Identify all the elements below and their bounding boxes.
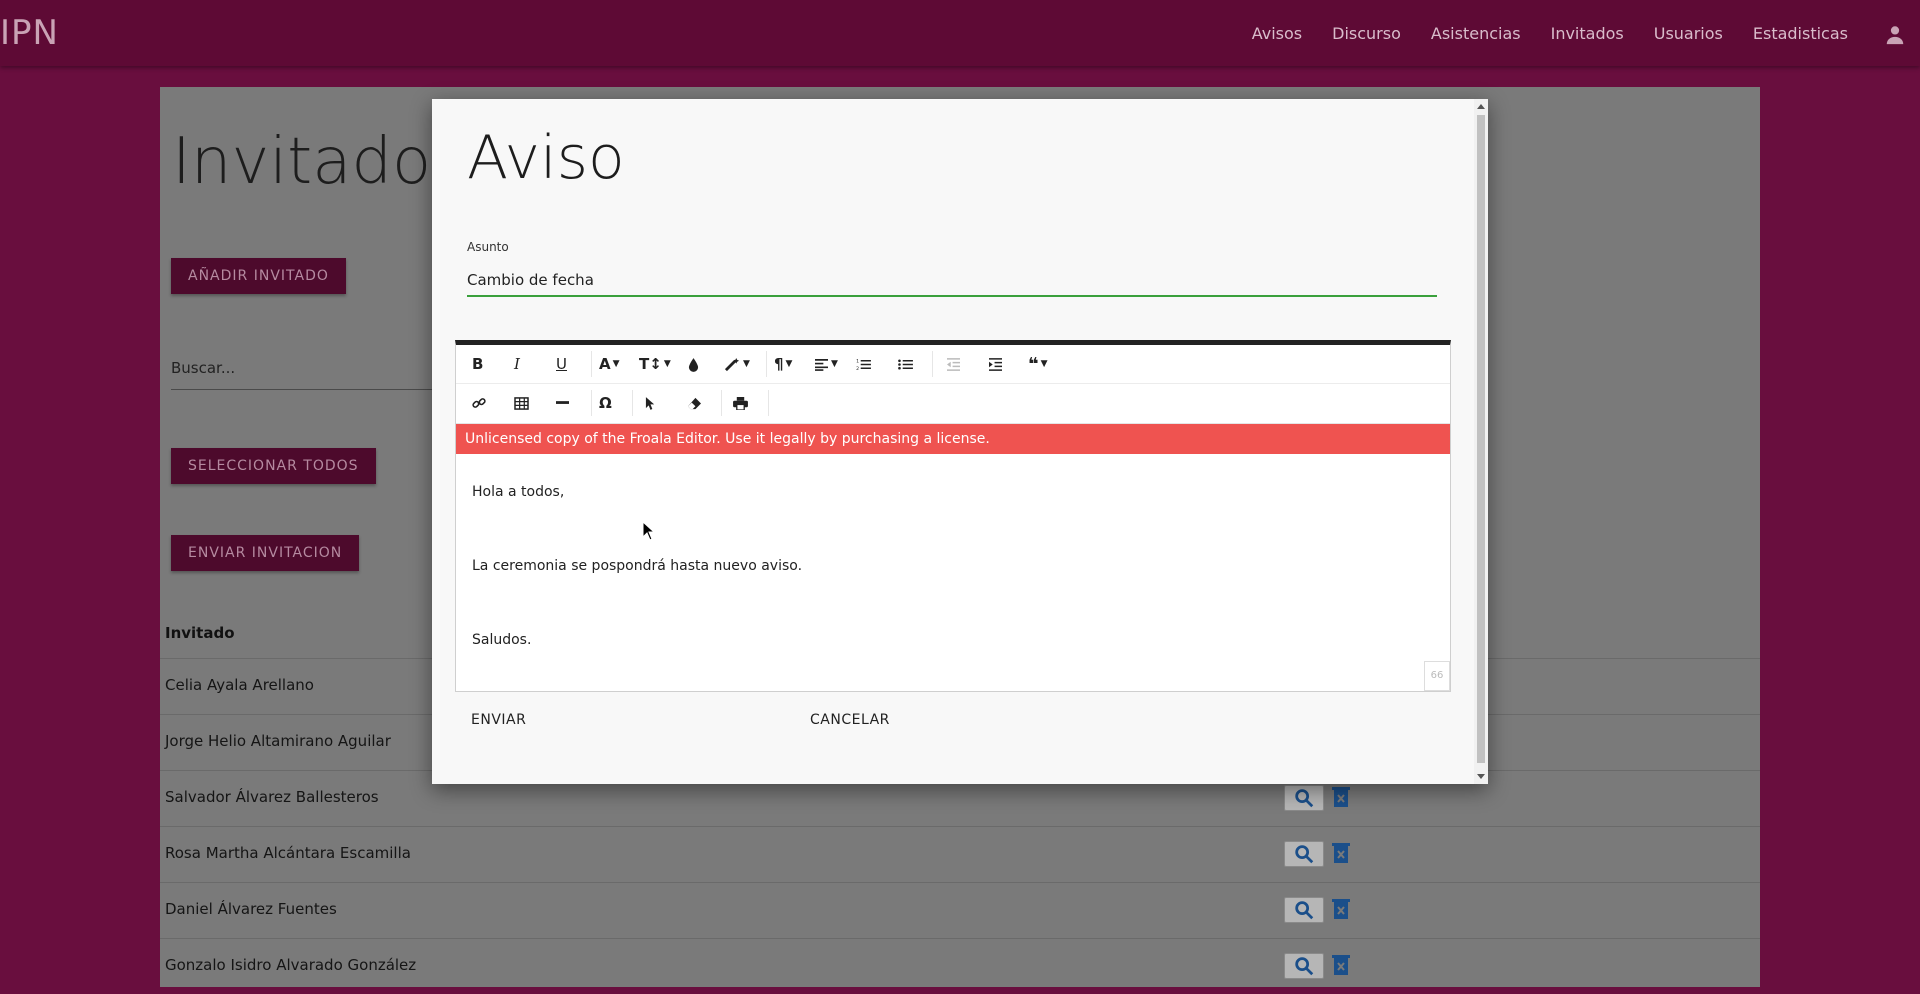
select-all-button[interactable]: SELECCIONAR TODOS [171, 448, 376, 484]
char-counter: 66 [1424, 661, 1450, 691]
select-all-icon[interactable] [645, 391, 656, 415]
subject-input[interactable] [467, 265, 1437, 297]
mouse-pointer-icon [642, 521, 656, 541]
outdent-icon[interactable] [946, 352, 961, 376]
top-navbar: IPN Avisos Discurso Asistencias Invitado… [0, 0, 1920, 66]
toolbar-divider [591, 390, 592, 416]
modal-title: Aviso [467, 123, 625, 193]
cancel-button[interactable]: CANCELAR [806, 708, 894, 732]
editor-empty-line [472, 585, 1434, 622]
table-row: Gonzalo Isidro Alvarado González [160, 938, 1760, 994]
delete-icon[interactable] [1332, 898, 1350, 920]
svg-text:2: 2 [856, 366, 859, 371]
toolbar-divider [632, 390, 633, 416]
scrollbar-thumb[interactable] [1477, 115, 1485, 763]
subject-label: Asunto [467, 240, 509, 254]
toolbar-divider [932, 351, 933, 377]
nav-invitados[interactable]: Invitados [1551, 24, 1624, 43]
rich-text-editor: B I U A ▼ T↕ ▼ ▼ ¶ ▼ ▼ 12 ❝ ▼ Ω Unlicens… [455, 340, 1451, 692]
bold-icon[interactable]: B [472, 352, 483, 376]
brand-logo[interactable]: IPN [0, 13, 59, 53]
guest-name: Jorge Helio Altamirano Aguilar [165, 732, 391, 750]
guest-name: Gonzalo Isidro Alvarado González [165, 956, 417, 974]
nav-avisos[interactable]: Avisos [1252, 24, 1302, 43]
indent-icon[interactable] [988, 352, 1003, 376]
color-icon[interactable] [688, 352, 699, 376]
toolbar-divider [766, 351, 767, 377]
italic-icon[interactable]: I [514, 352, 520, 376]
delete-icon[interactable] [1332, 786, 1350, 808]
font-size-icon[interactable]: T↕ ▼ [639, 352, 671, 376]
delete-icon[interactable] [1332, 954, 1350, 976]
send-invitation-button[interactable]: ENVIAR INVITACION [171, 535, 360, 571]
guest-name: Rosa Martha Alcántara Escamilla [165, 844, 411, 862]
person-icon[interactable] [1884, 24, 1906, 46]
toolbar-divider [768, 390, 769, 416]
view-guest-button[interactable] [1284, 953, 1324, 979]
print-icon[interactable] [733, 391, 748, 415]
special-characters-icon[interactable]: Ω [599, 391, 612, 415]
search-input[interactable]: Buscar... [171, 359, 451, 390]
delete-icon[interactable] [1332, 842, 1350, 864]
guest-name: Celia Ayala Arellano [165, 676, 314, 694]
scroll-up-icon[interactable] [1477, 104, 1485, 109]
search-icon [1295, 901, 1314, 920]
view-guest-button[interactable] [1284, 785, 1324, 811]
license-notice[interactable]: Unlicensed copy of the Froala Editor. Us… [456, 424, 1450, 454]
unordered-list-icon[interactable] [898, 352, 913, 376]
table-row: Daniel Álvarez Fuentes [160, 882, 1760, 938]
svg-text:1: 1 [856, 358, 859, 364]
view-guest-button[interactable] [1284, 841, 1324, 867]
ordered-list-icon[interactable]: 12 [856, 352, 871, 376]
quote-icon[interactable]: ❝ ▼ [1028, 352, 1048, 376]
nav-estadisticas[interactable]: Estadisticas [1753, 24, 1848, 43]
nav-links: Avisos Discurso Asistencias Invitados Us… [1222, 24, 1848, 43]
horizontal-line-icon[interactable] [556, 391, 569, 415]
nav-usuarios[interactable]: Usuarios [1654, 24, 1723, 43]
send-button[interactable]: ENVIAR [467, 708, 530, 732]
editor-content[interactable]: Hola a todos, La ceremonia se pospondrá … [456, 454, 1450, 679]
align-icon[interactable]: ▼ [814, 352, 838, 376]
scroll-down-icon[interactable] [1477, 774, 1485, 779]
editor-toolbar: B I U A ▼ T↕ ▼ ▼ ¶ ▼ ▼ 12 ❝ ▼ Ω [456, 345, 1450, 424]
toolbar-row-2: Ω [456, 384, 1450, 422]
search-icon [1295, 789, 1314, 808]
editor-paragraph: La ceremonia se pospondrá hasta nuevo av… [472, 558, 803, 574]
table-icon[interactable] [514, 391, 529, 415]
guest-name: Salvador Álvarez Ballesteros [165, 788, 379, 806]
toolbar-divider [591, 351, 592, 377]
modal-scrollbar[interactable] [1474, 99, 1488, 784]
aviso-modal: Aviso Asunto B I U A▼ T↕▼ ▼ ¶▼ ▼ [432, 99, 1488, 784]
nav-asistencias[interactable]: Asistencias [1431, 24, 1521, 43]
inline-style-icon[interactable]: ▼ [724, 352, 750, 376]
add-guest-button[interactable]: AÑADIR INVITADO [171, 258, 346, 294]
clear-formatting-icon[interactable] [687, 391, 702, 415]
editor-empty-line [472, 511, 1434, 548]
font-family-icon[interactable]: A ▼ [599, 352, 620, 376]
guest-name: Daniel Álvarez Fuentes [165, 900, 337, 918]
table-row: Rosa Martha Alcántara Escamilla [160, 826, 1760, 882]
nav-discurso[interactable]: Discurso [1332, 24, 1401, 43]
editor-paragraph: Hola a todos, [472, 484, 565, 500]
paragraph-format-icon[interactable]: ¶ ▼ [774, 352, 792, 376]
search-icon [1295, 957, 1314, 976]
editor-paragraph: Saludos. [472, 632, 532, 648]
column-header-invitado: Invitado [165, 624, 235, 642]
page-title: Invitados [172, 125, 465, 199]
search-icon [1295, 845, 1314, 864]
view-guest-button[interactable] [1284, 897, 1324, 923]
toolbar-row-1: B I U A ▼ T↕ ▼ ▼ ¶ ▼ ▼ 12 ❝ ▼ [456, 345, 1450, 384]
underline-icon[interactable]: U [556, 352, 567, 376]
toolbar-divider [721, 390, 722, 416]
link-icon[interactable] [472, 391, 486, 415]
